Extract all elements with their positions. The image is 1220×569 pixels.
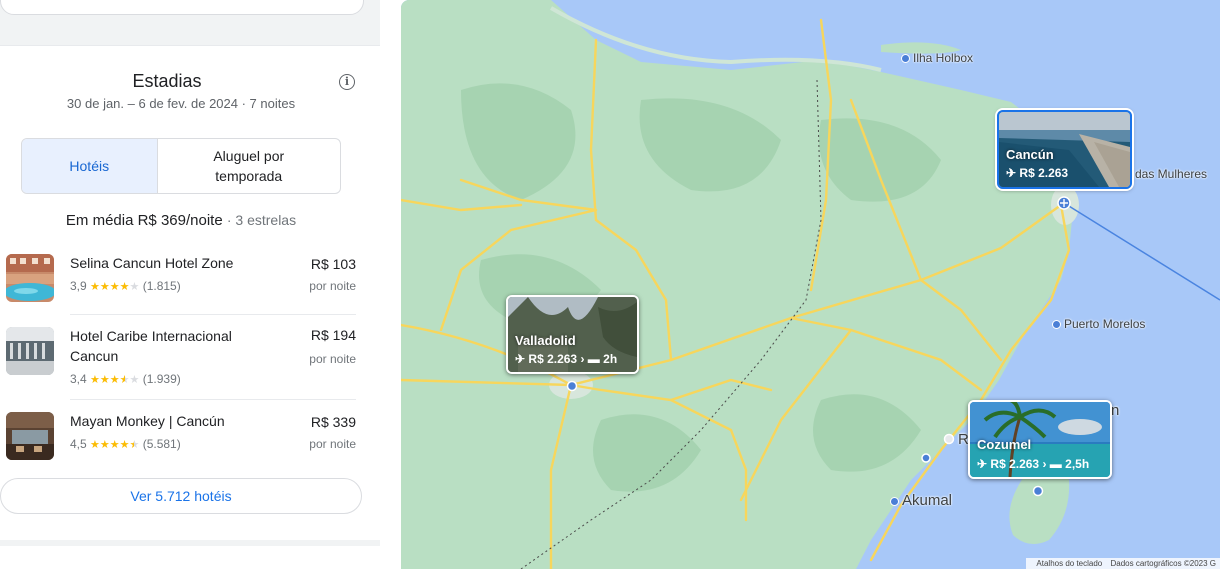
stays-title: Estadias xyxy=(132,71,202,91)
hotel-name[interactable]: Mayan Monkey | Cancún xyxy=(70,411,270,431)
map-canvas[interactable] xyxy=(401,0,1220,569)
chevron-right-icon: › xyxy=(580,352,585,366)
map-view[interactable]: Ilha Holbox das Mulheres Puerto Morelos … xyxy=(401,0,1220,569)
flight-price: R$ 2.263 xyxy=(528,352,578,366)
destination-meta: ✈ R$ 2.263 › ▬ 2,5h xyxy=(977,457,1089,471)
hotel-price: R$ 339 xyxy=(310,414,356,430)
hotel-photo xyxy=(6,254,54,302)
drive-time: 2,5h xyxy=(1065,457,1090,471)
average-price: Em média R$ 369/noite · 3 estrelas xyxy=(0,212,362,229)
review-count: (1.939) xyxy=(142,372,181,386)
star-rating-icon: ★★★★★ xyxy=(90,374,140,386)
destination-name: Cozumel xyxy=(977,437,1032,452)
stay-type-toggle: Hotéis Aluguel por temporada xyxy=(21,138,341,194)
drive-time: 2h xyxy=(603,352,618,366)
rating-value: 3,9 xyxy=(70,279,87,293)
destination-name: Cancún xyxy=(1006,147,1054,162)
map-attribution: Atalhos do teclado Dados cartográficos ©… xyxy=(1026,558,1220,569)
average-price-text: Em média R$ 369/noite xyxy=(65,212,223,229)
destination-card-cancun[interactable]: Cancún ✈ R$ 2.263 xyxy=(997,110,1132,189)
hotel-rating: 3,4 ★★★★★ (1.939) xyxy=(70,372,181,386)
hotel-item[interactable]: Hotel Caribe Internacional Cancun 3,4 ★★… xyxy=(0,324,362,396)
hotel-photo xyxy=(6,412,54,460)
divider xyxy=(70,399,356,400)
hotel-name[interactable]: Hotel Caribe Internacional Cancun xyxy=(70,326,270,366)
place-label-puerto-morelos[interactable]: Puerto Morelos xyxy=(1052,317,1145,331)
stays-card: Estadias i 30 de jan. – 6 de fev. de 202… xyxy=(0,45,380,540)
place-label-akumal[interactable]: Akumal xyxy=(890,492,952,509)
place-dot-icon xyxy=(890,496,899,506)
plane-icon: ✈ xyxy=(515,352,526,366)
hotel-item[interactable]: Selina Cancun Hotel Zone 3,9 ★★★★★ (1.81… xyxy=(0,251,362,311)
tab-hotels[interactable]: Hotéis xyxy=(22,139,158,193)
per-night: por noite xyxy=(309,279,356,293)
star-rating-icon: ★★★★★ xyxy=(90,439,140,451)
destination-name: Valladolid xyxy=(515,333,576,348)
per-night: por noite xyxy=(309,437,356,451)
hotel-rating: 4,5 ★★★★★ (5.581) xyxy=(70,437,181,451)
tab-vacation-rentals[interactable]: Aluguel por temporada xyxy=(158,139,341,193)
place-label-partial-n: n xyxy=(1111,402,1120,419)
per-night: por noite xyxy=(309,352,356,366)
view-all-hotels-button[interactable]: Ver 5.712 hotéis xyxy=(0,478,362,514)
hotel-price: R$ 194 xyxy=(310,327,356,343)
plane-icon: ✈ xyxy=(977,457,988,471)
hotel-photo xyxy=(6,327,54,375)
flight-price: R$ 2.263 xyxy=(990,457,1040,471)
review-count: (1.815) xyxy=(142,279,181,293)
car-icon: ▬ xyxy=(1049,457,1062,471)
info-icon[interactable]: i xyxy=(339,74,355,90)
hotel-name[interactable]: Selina Cancun Hotel Zone xyxy=(70,253,270,273)
hotel-rating: 3,9 ★★★★★ (1.815) xyxy=(70,279,181,293)
previous-card-edge xyxy=(0,0,364,15)
plane-icon: ✈ xyxy=(1006,166,1017,180)
star-rating-icon: ★★★★★ xyxy=(90,281,140,293)
place-dot-icon xyxy=(901,54,910,64)
destination-card-valladolid[interactable]: Valladolid ✈ R$ 2.263 › ▬ 2h xyxy=(506,295,639,374)
place-label-holbox[interactable]: Ilha Holbox xyxy=(901,51,973,65)
stars-note: · 3 estrelas xyxy=(226,212,297,228)
next-card-edge xyxy=(0,546,380,569)
chevron-right-icon: › xyxy=(1042,457,1047,471)
divider xyxy=(70,314,356,315)
keyboard-shortcuts-link[interactable]: Atalhos do teclado xyxy=(1036,559,1102,568)
destination-meta: ✈ R$ 2.263 xyxy=(1006,166,1068,180)
stay-dates: 30 de jan. – 6 de fev. de 2024 · 7 noite… xyxy=(66,96,296,111)
review-count: (5.581) xyxy=(142,437,181,451)
destination-meta: ✈ R$ 2.263 › ▬ 2h xyxy=(515,352,617,366)
place-dot-icon xyxy=(1052,320,1061,330)
car-icon: ▬ xyxy=(587,352,600,366)
rating-value: 4,5 xyxy=(70,437,87,451)
map-data-credit[interactable]: Dados cartográficos ©2023 G xyxy=(1110,559,1216,568)
rating-value: 3,4 xyxy=(70,372,87,386)
hotel-item[interactable]: Mayan Monkey | Cancún 4,5 ★★★★★ (5.581) … xyxy=(0,409,362,469)
place-label-isla-mujeres[interactable]: das Mulheres xyxy=(1135,167,1207,181)
flight-price: R$ 2.263 xyxy=(1019,166,1069,180)
destination-card-cozumel[interactable]: Cozumel ✈ R$ 2.263 › ▬ 2,5h xyxy=(968,400,1112,479)
stays-sidebar: Estadias i 30 de jan. – 6 de fev. de 202… xyxy=(0,0,380,569)
hotel-price: R$ 103 xyxy=(310,256,356,272)
